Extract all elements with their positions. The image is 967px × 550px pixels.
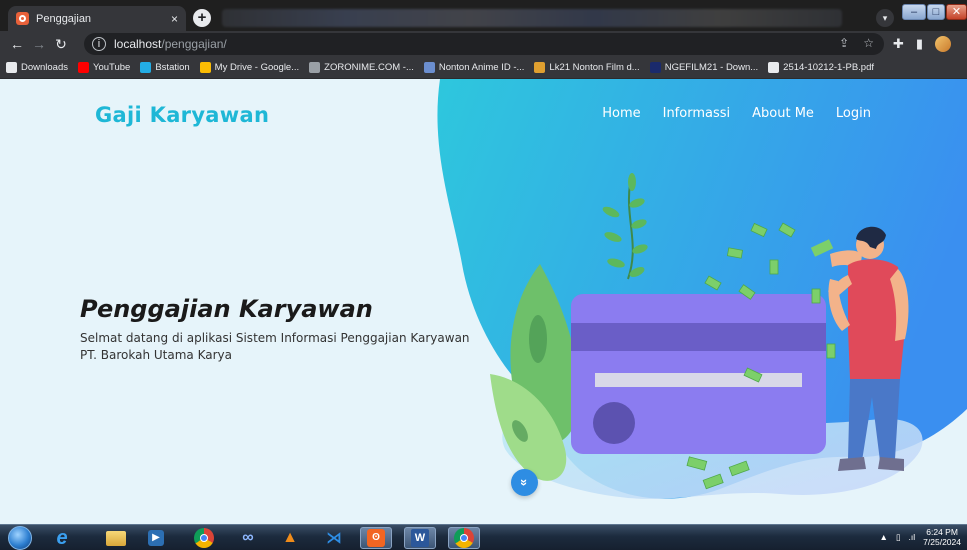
tab-title: Penggajian <box>36 12 92 25</box>
url-path: /penggajian/ <box>161 37 227 51</box>
bookmark-item[interactable]: Nonton Anime ID -... <box>423 62 525 73</box>
signal-icon[interactable]: .ıl <box>909 532 916 542</box>
leaf-spot <box>529 315 547 363</box>
scroll-down-icon[interactable]: » <box>511 469 538 496</box>
chrome-icon[interactable] <box>188 527 220 549</box>
menu-kebab-icon[interactable]: ⋮ <box>963 36 967 52</box>
bookmark-star-icon[interactable]: ☆ <box>863 36 874 50</box>
drive-icon <box>199 62 211 73</box>
bookmark-item[interactable]: ZORONIME.COM -... <box>309 62 414 73</box>
new-tab-button[interactable]: + <box>193 9 211 27</box>
site-favicon-icon <box>16 12 29 25</box>
chrome-icon <box>768 62 780 73</box>
bstation-icon <box>140 62 152 73</box>
share-icon[interactable]: ⇪ <box>839 36 849 50</box>
back-arrow-icon[interactable]: ← <box>6 36 28 52</box>
download-icon <box>6 62 17 73</box>
ie-icon[interactable]: e <box>46 527 78 549</box>
vscode-icon[interactable]: ⋊ <box>318 527 350 549</box>
hero-description: Selmat datang di aplikasi Sistem Informa… <box>80 331 470 362</box>
zoronime-icon <box>309 62 321 73</box>
bookmark-item[interactable]: My Drive - Google... <box>199 62 300 73</box>
nav-home-link[interactable]: Home <box>602 106 640 121</box>
webpage: Gaji Karyawan Home Informassi About Me L… <box>0 79 967 524</box>
credit-card-chip <box>593 402 635 444</box>
url-host: localhost <box>114 37 162 51</box>
nav-login-link[interactable]: Login <box>836 106 871 121</box>
credit-card-signature <box>595 373 802 387</box>
minimize-button[interactable]: – <box>902 4 926 20</box>
clock-date: 7/25/2024 <box>923 537 961 547</box>
tray-expand-icon[interactable]: ▲ <box>879 532 887 542</box>
browser-toolbar: ← → ↻ i localhost/penggajian/ ⇪ ☆ ✚ ▮ ⋮ <box>0 31 967 57</box>
lk21-icon <box>534 62 546 73</box>
bookmark-item[interactable]: Downloads <box>6 62 68 73</box>
vlc-icon[interactable]: ▲ <box>274 527 306 549</box>
bookmark-item[interactable]: Lk21 Nonton Film d... <box>534 62 640 73</box>
bookmark-label: 2514-10212-1-PB.pdf <box>783 62 874 73</box>
tab-search-chevron-icon[interactable]: ▾ <box>876 9 894 27</box>
nav-informasi-link[interactable]: Informassi <box>663 106 731 121</box>
browser-tabstrip: Penggajian × + ▾ – □ ✕ <box>0 0 967 31</box>
bookmark-item[interactable]: YouTube <box>78 62 130 73</box>
profile-avatar-icon[interactable] <box>935 36 952 52</box>
youtube-icon <box>78 62 89 73</box>
bookmark-label: Bstation <box>155 62 190 73</box>
xampp-icon[interactable]: ʘ <box>360 527 392 549</box>
address-bar[interactable]: i localhost/penggajian/ ⇪ ☆ <box>84 33 884 55</box>
tab-penggajian[interactable]: Penggajian × <box>8 6 186 31</box>
bookmark-item[interactable]: 2514-10212-1-PB.pdf <box>768 62 874 73</box>
media-player-icon[interactable]: ▶ <box>140 527 172 549</box>
word-icon[interactable]: W <box>404 527 436 549</box>
close-window-button[interactable]: ✕ <box>946 4 967 20</box>
other-tabs-blurred <box>222 9 842 27</box>
bookmark-label: YouTube <box>93 62 131 73</box>
infinity-app-icon[interactable]: ∞ <box>232 527 264 549</box>
windows-taskbar: e ▶ ∞ ▲ ⋊ ʘ W ▲ ▯ .ıl 6:24 PM 7/25/2024 <box>0 524 967 550</box>
site-brand-logo[interactable]: Gaji Karyawan <box>95 103 269 127</box>
device-icon[interactable]: ▯ <box>896 532 901 543</box>
chrome-active-icon[interactable] <box>448 527 480 549</box>
sidepanel-icon[interactable]: ▮ <box>916 36 923 52</box>
reload-icon[interactable]: ↻ <box>50 36 72 53</box>
clock[interactable]: 6:24 PM 7/25/2024 <box>923 527 961 547</box>
bookmark-label: Lk21 Nonton Film d... <box>549 62 640 73</box>
system-tray: ▲ ▯ .ıl 6:24 PM 7/25/2024 <box>879 527 961 547</box>
bookmark-label: Downloads <box>21 62 68 73</box>
bookmark-label: ZORONIME.COM -... <box>324 62 414 73</box>
tab-close-button[interactable]: × <box>171 12 178 26</box>
bookmark-item[interactable]: Bstation <box>140 62 190 73</box>
bookmark-item[interactable]: NGEFILM21 - Down... <box>649 62 759 73</box>
maximize-button[interactable]: □ <box>927 4 945 20</box>
credit-card-stripe <box>571 323 826 351</box>
file-explorer-icon[interactable] <box>100 527 132 549</box>
site-navbar: Home Informassi About Me Login <box>602 106 871 121</box>
forward-arrow-icon[interactable]: → <box>28 36 50 52</box>
ngefilm-icon <box>649 62 661 73</box>
bookmark-label: My Drive - Google... <box>214 62 300 73</box>
double-chevron-down-icon: » <box>516 478 532 487</box>
extensions-puzzle-icon[interactable]: ✚ <box>893 36 904 52</box>
bookmark-label: Nonton Anime ID -... <box>438 62 525 73</box>
nav-about-link[interactable]: About Me <box>752 106 814 121</box>
start-button[interactable] <box>8 526 32 550</box>
bookmarks-bar: Downloads YouTube Bstation My Drive - Googl… <box>0 57 967 79</box>
clock-time: 6:24 PM <box>926 527 958 537</box>
anime-icon <box>423 62 435 73</box>
hero-title: Penggajian Karyawan <box>80 295 373 323</box>
bookmark-label: NGEFILM21 - Down... <box>664 62 759 73</box>
info-icon[interactable]: i <box>92 37 106 51</box>
